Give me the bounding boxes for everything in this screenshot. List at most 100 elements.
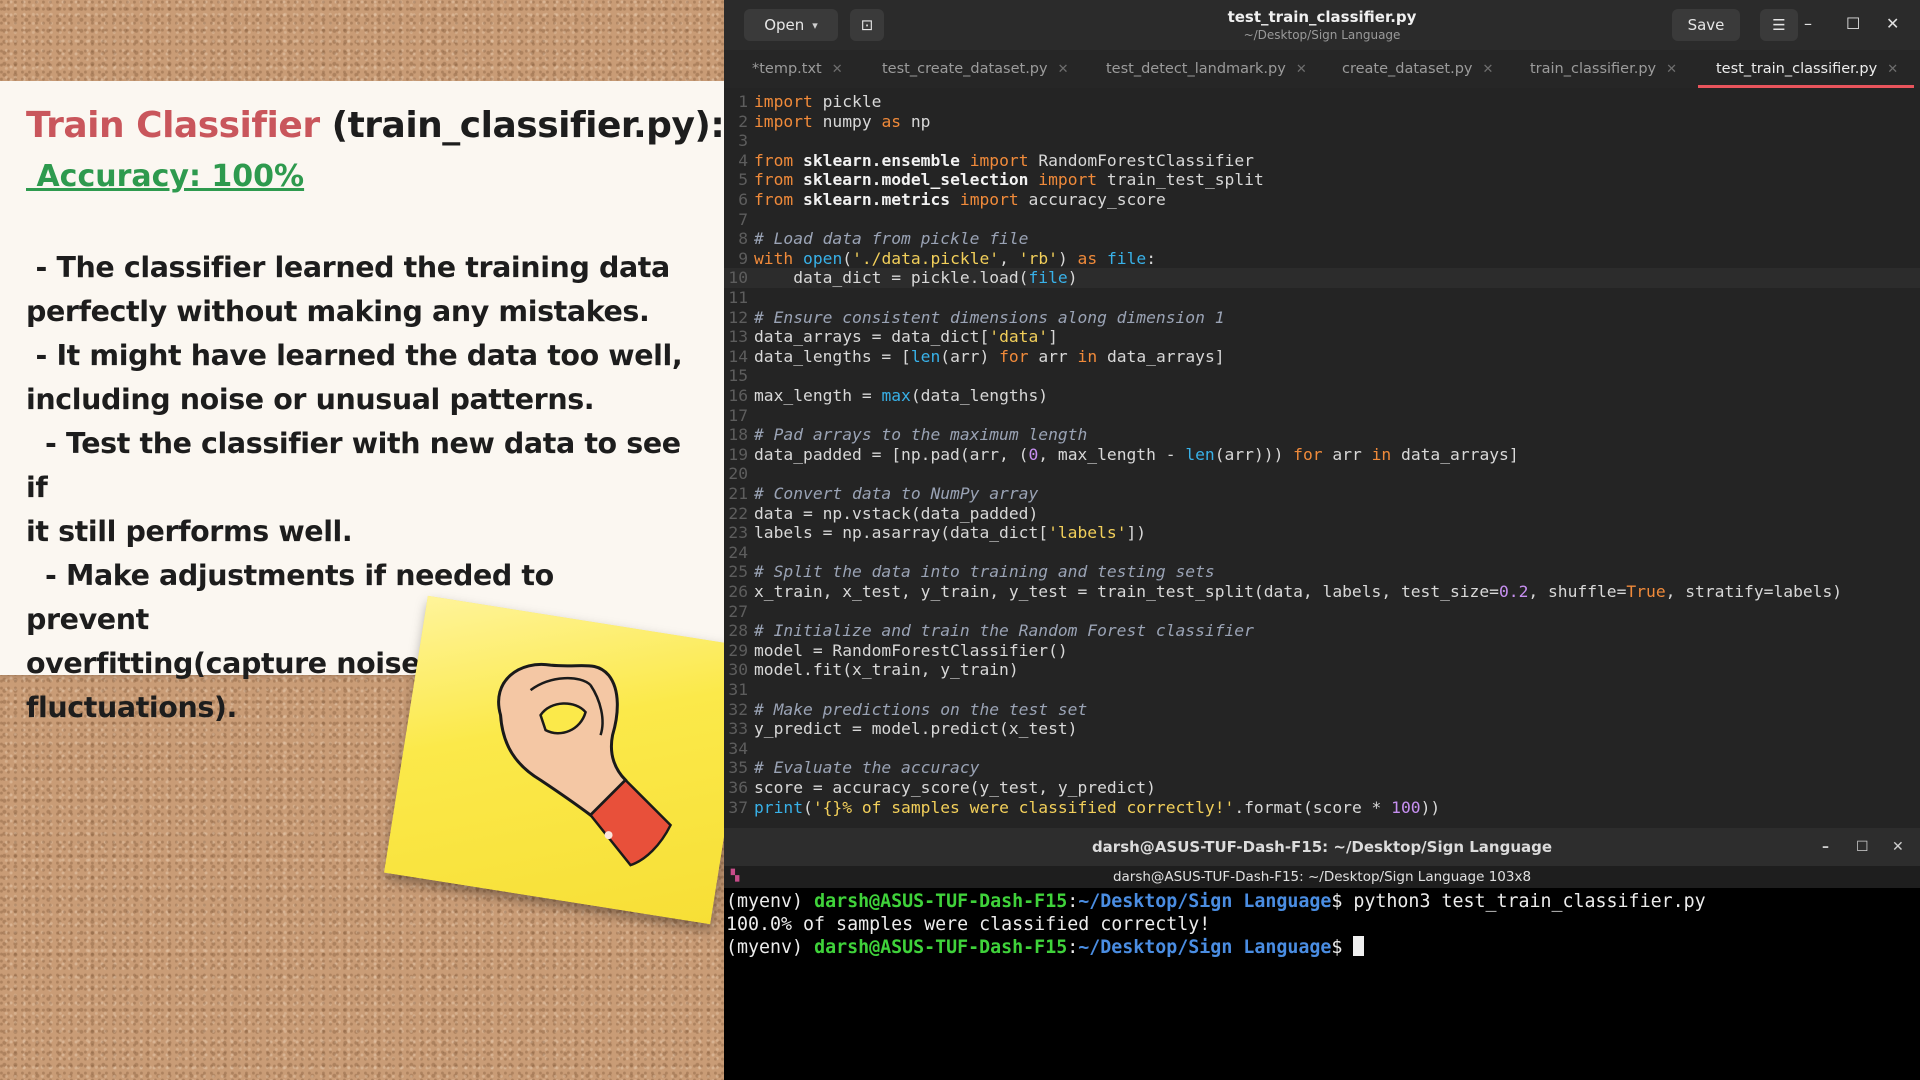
code-line[interactable]: 16 max_length = max(data_lengths) [724, 386, 1920, 406]
line-number: 19 [728, 444, 748, 464]
code-line[interactable]: 28 # Initialize and train the Random Fore… [724, 621, 1920, 641]
tab-create-dataset[interactable]: create_dataset.py ✕ [1342, 50, 1493, 88]
close-icon[interactable]: ✕ [1666, 62, 1677, 77]
code-line[interactable]: 25 # Split the data into training and tes… [724, 562, 1920, 582]
close-icon[interactable]: ✕ [1296, 62, 1307, 77]
code-line[interactable]: 11 [724, 288, 1920, 308]
close-icon[interactable]: ✕ [1483, 62, 1494, 77]
terminal-command: python3 test_train_classifier.py [1353, 891, 1706, 912]
code-line[interactable]: 36 score = accuracy_score(y_test, y_predi… [724, 778, 1920, 798]
code-line[interactable]: 9 with open('./data.pickle', 'rb') as fil… [724, 249, 1920, 269]
code-text: x_train, x_test, y_train, y_test = train… [754, 582, 1843, 601]
terminal-output[interactable]: (myenv) darsh@ASUS-TUF-Dash-F15:~/Deskto… [726, 890, 1920, 959]
minimize-icon[interactable]: – [1822, 828, 1829, 866]
minimize-icon[interactable]: – [1804, 14, 1812, 33]
line-number: 37 [728, 797, 748, 817]
code-view[interactable]: 1 import pickle 2 import numpy as np 3 4 from … [724, 88, 1920, 828]
code-text: # Initialize and train the Random Forest… [754, 621, 1254, 641]
code-text: data_dict = pickle.load(file) [754, 268, 1078, 288]
maximize-icon[interactable]: ☐ [1856, 828, 1869, 866]
line-number: 29 [728, 640, 748, 660]
maximize-icon[interactable]: ☐ [1846, 14, 1860, 33]
tab-label: *temp.txt [752, 61, 822, 77]
code-text: import numpy as np [754, 111, 931, 131]
line-number: 26 [728, 582, 748, 601]
line-number: 9 [738, 248, 748, 268]
code-text: from sklearn.metrics import accuracy_sco… [754, 190, 1166, 209]
code-line[interactable]: 35 # Evaluate the accuracy [724, 758, 1920, 778]
line-number: 28 [728, 621, 748, 641]
code-text: from sklearn.ensemble import RandomFores… [754, 150, 1254, 170]
code-line[interactable]: 30 model.fit(x_train, y_train) [724, 660, 1920, 680]
code-text: score = accuracy_score(y_test, y_predict… [754, 778, 1156, 797]
code-line[interactable]: 12 # Ensure consistent dimensions along d… [724, 308, 1920, 328]
line-number: 24 [728, 542, 748, 562]
code-line[interactable]: 26 x_train, x_test, y_train, y_test = tra… [724, 582, 1920, 602]
line-number: 30 [728, 660, 748, 680]
terminal-tab[interactable]: ▚ darsh@ASUS-TUF-Dash-F15: ~/Desktop/Sig… [724, 866, 1920, 888]
code-line[interactable]: 8 # Load data from pickle file [724, 229, 1920, 249]
env-prefix: (myenv) [726, 937, 815, 958]
tab-temp-txt[interactable]: *temp.txt ✕ [752, 50, 843, 88]
code-line[interactable]: 5 from sklearn.model_selection import tra… [724, 170, 1920, 190]
line-number: 6 [738, 190, 748, 209]
close-icon[interactable]: ✕ [832, 62, 843, 77]
code-text: # Split the data into training and testi… [754, 562, 1215, 582]
editor-headerbar: Open ▾ ⊡ test_train_classifier.py ~/Desk… [724, 0, 1920, 51]
code-text: # Load data from pickle file [754, 229, 1029, 249]
code-text: # Convert data to NumPy array [754, 484, 1039, 503]
terminal-tab-label: darsh@ASUS-TUF-Dash-F15: ~/Desktop/Sign … [1112, 869, 1532, 885]
save-button[interactable]: Save [1672, 9, 1740, 41]
line-number: 23 [728, 523, 748, 543]
code-line[interactable]: 2 import numpy as np [724, 112, 1920, 132]
tab-test-detect-landmark[interactable]: test_detect_landmark.py ✕ [1106, 50, 1307, 88]
code-line[interactable]: 4 from sklearn.ensemble import RandomFore… [724, 151, 1920, 171]
line-number: 20 [728, 464, 748, 484]
code-line[interactable]: 33 y_predict = model.predict(x_test) [724, 719, 1920, 739]
code-line[interactable]: 29 model = RandomForestClassifier() [724, 641, 1920, 661]
code-line[interactable]: 27 [724, 602, 1920, 622]
close-icon[interactable]: ✕ [1886, 14, 1899, 33]
code-line[interactable]: 7 [724, 210, 1920, 230]
code-line[interactable]: 31 [724, 680, 1920, 700]
close-icon[interactable]: ✕ [1058, 62, 1069, 77]
code-line[interactable]: 3 [724, 131, 1920, 151]
code-text: # Make predictions on the test set [754, 699, 1088, 719]
tab-train-classifier[interactable]: train_classifier.py ✕ [1530, 50, 1677, 88]
code-line[interactable]: 18 # Pad arrays to the maximum length [724, 425, 1920, 445]
tab-test-create-dataset[interactable]: test_create_dataset.py ✕ [882, 50, 1069, 88]
code-line[interactable]: 13 data_arrays = data_dict['data'] [724, 327, 1920, 347]
line-number: 33 [728, 719, 748, 739]
code-line[interactable]: 34 [724, 739, 1920, 759]
bullet-item: - The classifier learned the training da… [26, 251, 670, 328]
hamburger-icon: ☰ [1772, 16, 1786, 34]
line-number: 5 [738, 170, 748, 190]
code-line[interactable]: 17 [724, 406, 1920, 426]
code-line[interactable]: 1 import pickle [724, 92, 1920, 112]
code-line[interactable]: 21 # Convert data to NumPy array [724, 484, 1920, 504]
line-number: 15 [728, 366, 748, 386]
code-line[interactable]: 24 [724, 543, 1920, 563]
code-line[interactable]: 6 from sklearn.metrics import accuracy_sc… [724, 190, 1920, 210]
close-icon[interactable]: ✕ [1892, 828, 1904, 866]
code-line[interactable]: 15 [724, 366, 1920, 386]
code-line[interactable]: 20 [724, 464, 1920, 484]
line-number: 8 [738, 229, 748, 249]
code-line[interactable]: 19 data_padded = [np.pad(arr, (0, max_len… [724, 445, 1920, 465]
tab-test-train-classifier[interactable]: test_train_classifier.py ✕ [1697, 50, 1915, 88]
code-line[interactable]: 22 data = np.vstack(data_padded) [724, 504, 1920, 524]
line-number: 27 [728, 601, 748, 621]
accuracy-label: Accuracy: 100% [26, 159, 305, 194]
terminal-tab-icon: ▚ [730, 869, 740, 882]
code-text: y_predict = model.predict(x_test) [754, 719, 1078, 739]
code-line[interactable]: 32 # Make predictions on the test set [724, 700, 1920, 720]
line-number: 32 [728, 699, 748, 719]
bullet-item: - Test the classifier with new data to s… [26, 427, 681, 548]
code-line[interactable]: 23 labels = np.asarray(data_dict['labels'… [724, 523, 1920, 543]
hamburger-menu-button[interactable]: ☰ [1760, 9, 1798, 41]
code-line[interactable]: 14 data_lengths = [len(arr) for arr in da… [724, 347, 1920, 367]
close-icon[interactable]: ✕ [1887, 62, 1898, 77]
code-line[interactable]: 10 data_dict = pickle.load(file) [724, 268, 1920, 288]
code-line[interactable]: 37 print('{}% of samples were classified … [724, 798, 1920, 818]
card-title: Train Classifier (train_classifier.py): [26, 105, 725, 146]
